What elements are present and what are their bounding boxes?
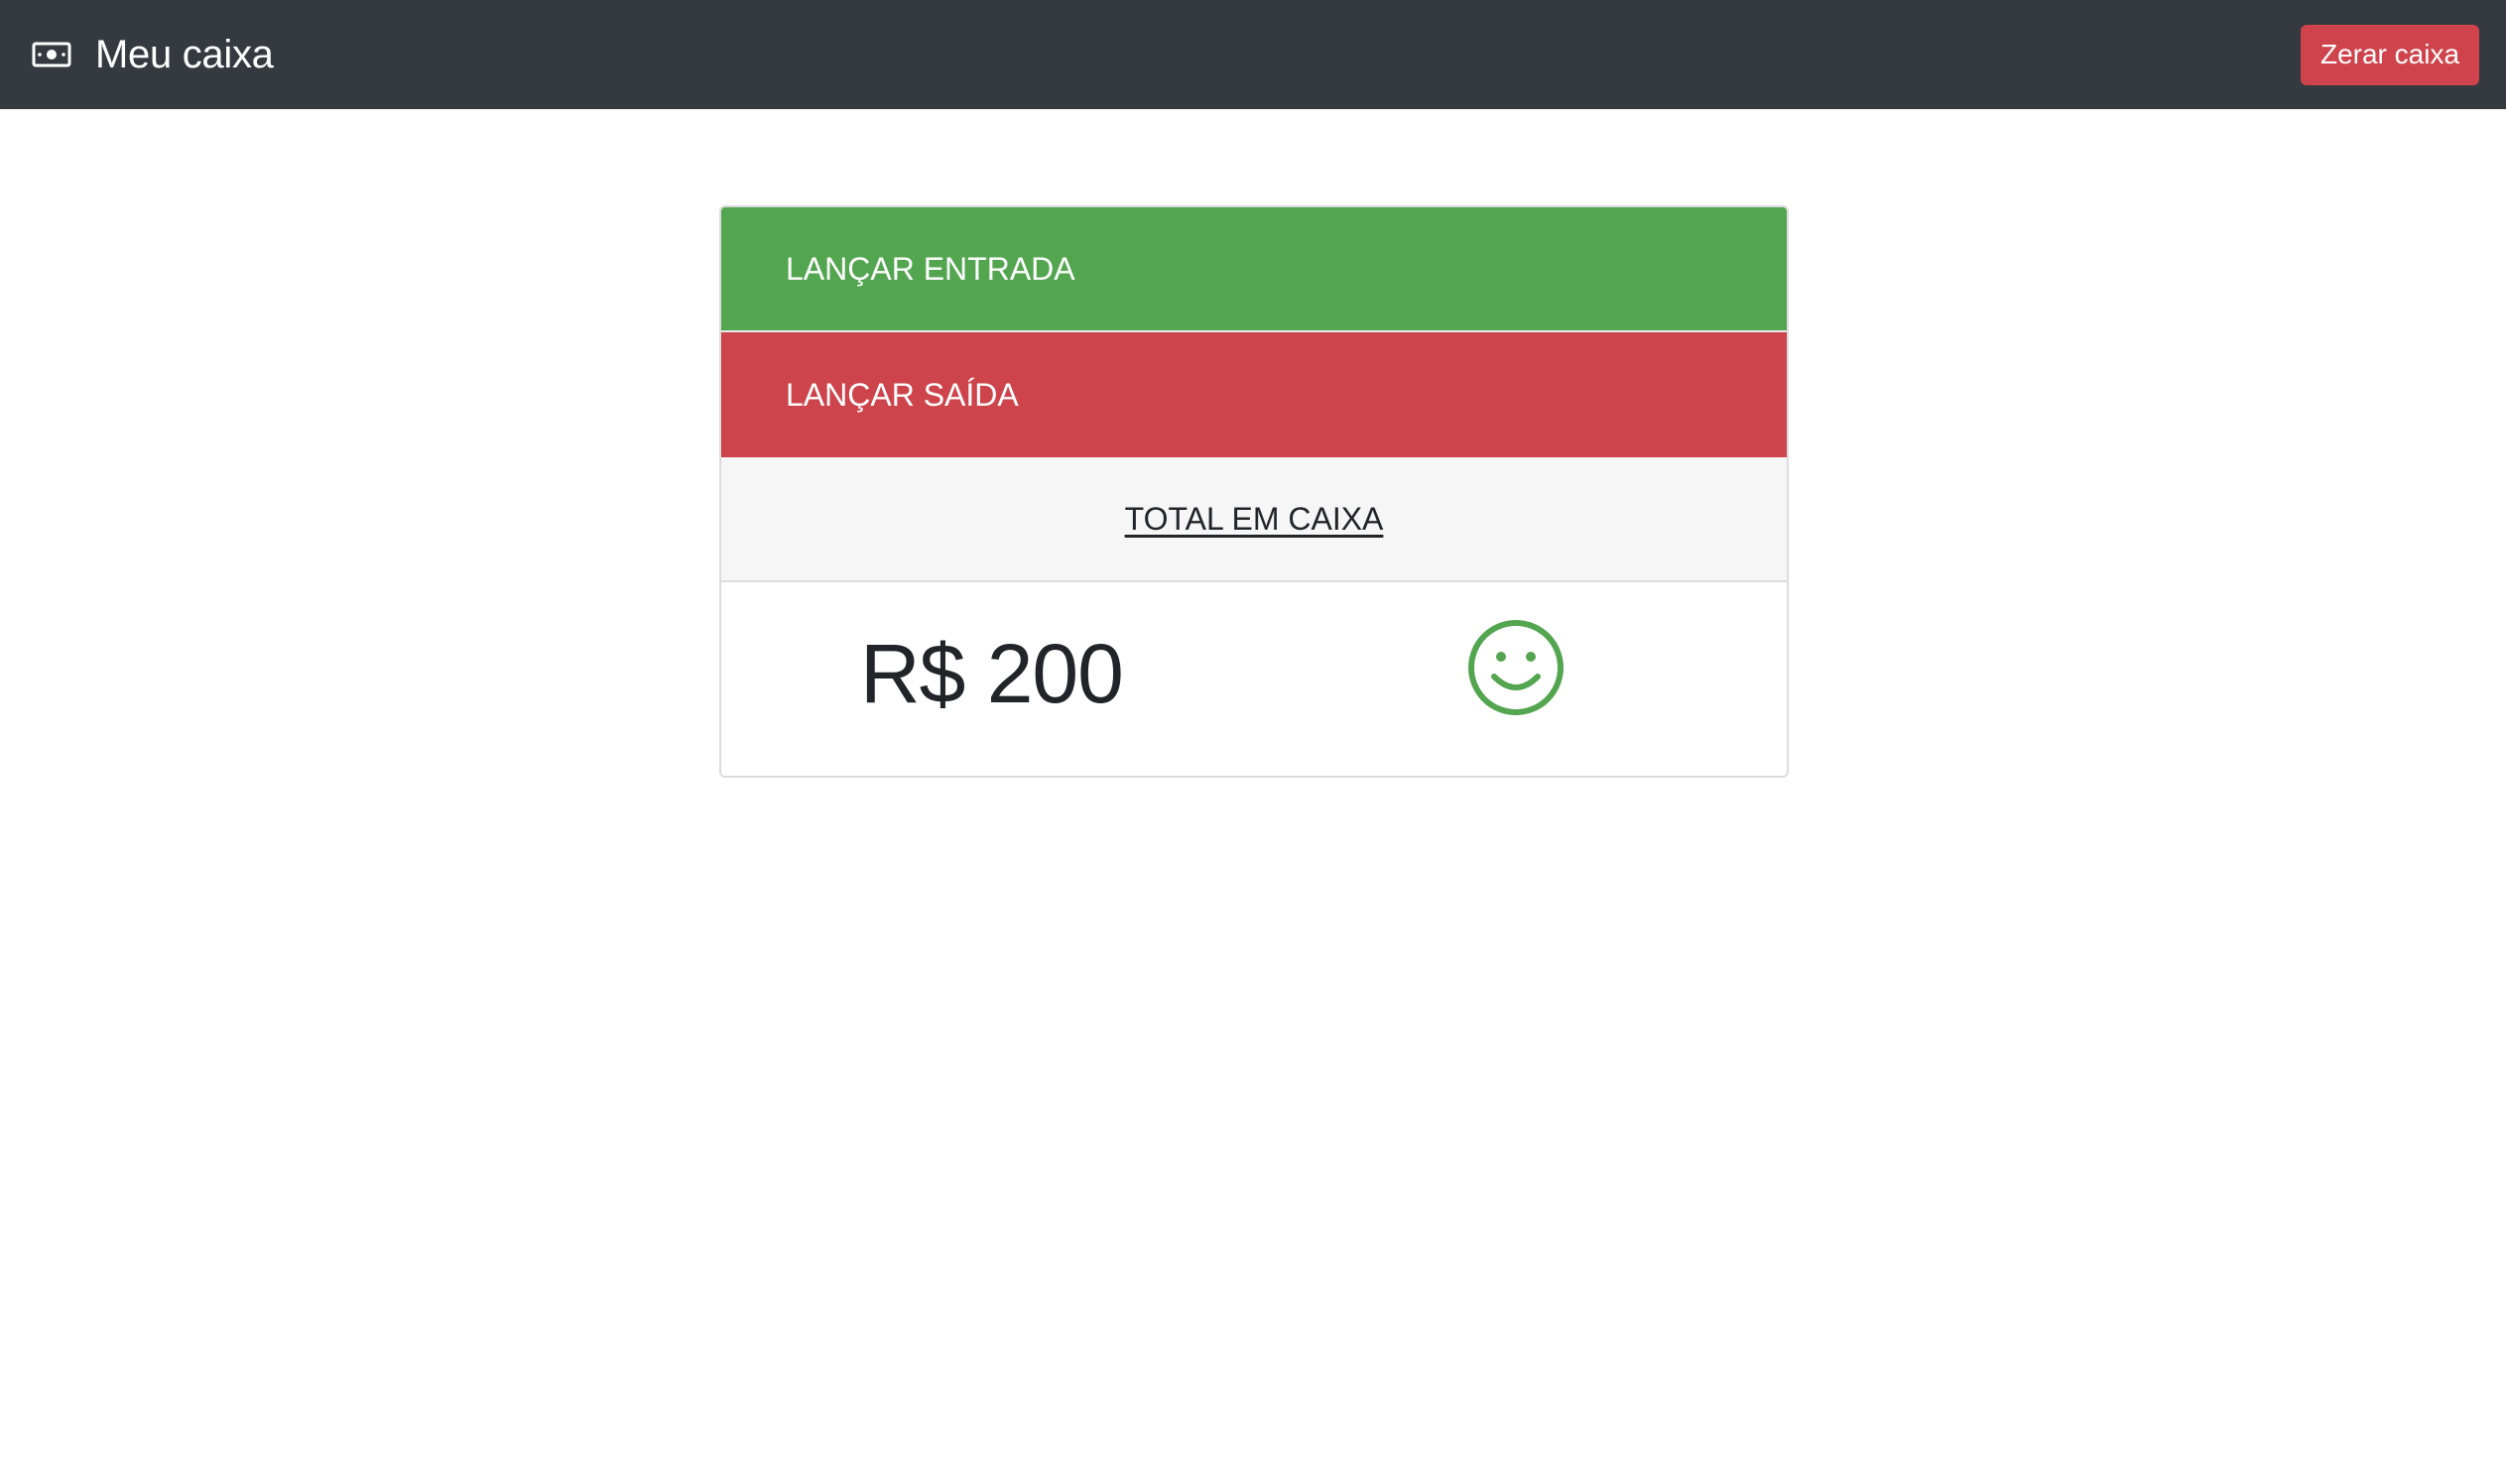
- add-exit-button[interactable]: LANÇAR SAÍDA: [721, 332, 1787, 457]
- add-entry-label: LANÇAR ENTRADA: [786, 250, 1075, 287]
- app-title: Meu caixa: [95, 32, 274, 76]
- top-navbar: Meu caixa Zerar caixa: [0, 0, 2506, 109]
- money-bill-icon: [32, 40, 71, 69]
- smile-icon: [1467, 619, 1565, 716]
- add-exit-label: LANÇAR SAÍDA: [786, 376, 1019, 413]
- total-label[interactable]: TOTAL EM CAIXA: [1125, 501, 1384, 538]
- total-header: TOTAL EM CAIXA: [721, 457, 1787, 582]
- total-body: R$ 200: [721, 582, 1787, 774]
- cash-card: LANÇAR ENTRADA LANÇAR SAÍDA TOTAL EM CAI…: [719, 205, 1789, 778]
- total-amount: R$ 200: [860, 627, 1124, 720]
- reset-cash-button[interactable]: Zerar caixa: [2301, 24, 2479, 85]
- add-entry-button[interactable]: LANÇAR ENTRADA: [721, 207, 1787, 332]
- brand[interactable]: Meu caixa: [32, 33, 274, 77]
